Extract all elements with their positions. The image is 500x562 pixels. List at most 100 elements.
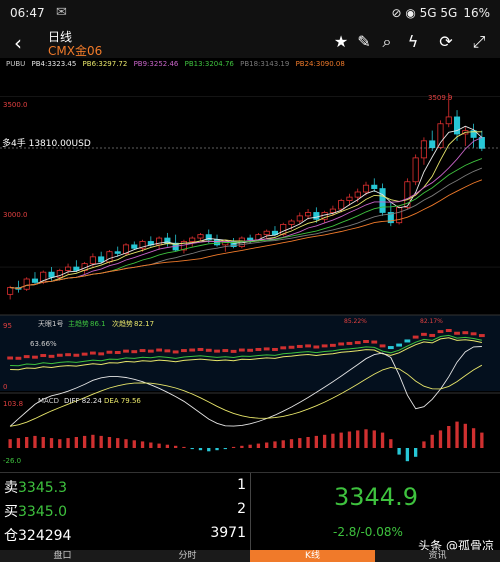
macd-bar [223, 448, 227, 450]
macd-bar [207, 448, 211, 452]
trend-top-label: 95 [3, 322, 12, 330]
tab-orderbook[interactable]: 盘口 [0, 550, 125, 562]
macd-bar [248, 444, 252, 448]
candle-body [412, 157, 419, 183]
macd-bar [430, 434, 434, 448]
star-icon[interactable]: ★ [330, 31, 352, 53]
macd-bar [107, 437, 112, 448]
trend-bar [363, 340, 369, 343]
candle-body [114, 251, 121, 254]
trend-bar [238, 348, 245, 352]
trend-bar [172, 350, 179, 354]
pb-item: PB6:3297.72 [82, 60, 128, 68]
candle-body [106, 251, 113, 263]
trend-bar [15, 356, 22, 360]
macd-bar [471, 428, 476, 448]
trend-bar [280, 346, 287, 350]
macd-bar [8, 439, 12, 448]
macd-bar [140, 441, 145, 448]
peak-label: 3509.9 [428, 94, 453, 102]
open-interest-row: 仓324294 3971 [4, 525, 248, 549]
trend-peak-tag2: 82.17% [420, 318, 443, 325]
trend-bar [272, 347, 278, 351]
candle-body [189, 237, 196, 242]
candle-body [131, 244, 138, 249]
candle-body [420, 140, 427, 159]
macd-bar [190, 448, 194, 450]
macd-bar [256, 443, 261, 448]
tab-timeshare[interactable]: 分时 [125, 550, 250, 562]
macd-bar [16, 438, 21, 448]
trend-bar [454, 331, 460, 335]
macd-bar [414, 448, 418, 457]
tab-kline[interactable]: K线 [250, 550, 375, 562]
last-price-box: 3344.9 -2.8/-0.08% 头条 @孤骨凉 [250, 473, 500, 553]
trend-bar [156, 348, 162, 352]
sell-qty: 1 [237, 477, 246, 493]
sell-row[interactable]: 卖3345.3 1 [4, 477, 248, 501]
contract-name: CMX金06 [48, 44, 103, 58]
trend-bar [379, 344, 386, 348]
macd-bar [33, 435, 37, 448]
trend-title: 天眼1号 [38, 320, 63, 328]
trend-bar [197, 347, 204, 351]
macd-bar [405, 448, 410, 462]
candle-body [73, 266, 80, 271]
trend-bar [73, 353, 80, 357]
candle-body [305, 212, 312, 217]
oi-label: 仓 [4, 528, 18, 544]
trend-bar [437, 330, 444, 334]
candle-body [23, 278, 30, 290]
buy-row[interactable]: 买3345.0 2 [4, 501, 248, 525]
candle-body [263, 230, 270, 236]
trend-bar [65, 353, 71, 357]
search-icon[interactable]: ⌕ [376, 31, 398, 53]
trend-bar [40, 354, 47, 358]
notification-icon: ✉ [56, 5, 67, 20]
bolt-icon[interactable]: ϟ [402, 31, 424, 53]
macd-bar [116, 438, 120, 448]
candle-body [379, 188, 386, 213]
trend-bar [445, 329, 452, 332]
draw-icon[interactable]: ✎ [353, 31, 375, 53]
trend-bottom-label: 0 [3, 383, 7, 391]
candle-body [197, 234, 204, 239]
candle-body [247, 237, 254, 241]
trend-bar [114, 351, 121, 354]
app-header: ‹ 日线 CMX金06 ★ ✎ ⌕ ϟ ⟳ ⤢ [0, 28, 500, 58]
macd-bar [289, 439, 294, 448]
macd-bar [82, 435, 87, 448]
macd-bar [240, 445, 244, 448]
trend-bar [230, 349, 237, 353]
clock: 06:47 [10, 6, 45, 20]
candle-body [346, 196, 353, 201]
trend-bar [346, 341, 353, 345]
sell-label: 卖 [4, 480, 18, 496]
macd-title: MACD [38, 397, 59, 405]
macd-bar [281, 440, 285, 448]
macd-bar [124, 439, 128, 448]
trend-peak-tag: 85.22% [344, 318, 367, 325]
macd-bar [91, 434, 95, 448]
trend-bar [189, 348, 196, 352]
macd-bar [389, 439, 393, 448]
kline-chart[interactable]: 3500.0 3000.0 3509.9 多4手 13810.00USD 95 … [0, 70, 500, 470]
trend-bar [321, 344, 328, 348]
tab-news[interactable]: 资讯 [375, 550, 500, 562]
macd-dea-label: DEA 79.56 [104, 397, 141, 405]
fullscreen-icon[interactable]: ⤢ [468, 31, 490, 53]
trend-bar [131, 350, 138, 354]
moving-averages [10, 125, 483, 289]
candle-body [296, 215, 303, 222]
trend-bar [139, 349, 146, 353]
candle-body [98, 256, 105, 263]
back-icon[interactable]: ‹ [14, 31, 22, 55]
macd-histogram [8, 421, 484, 462]
buy-price: 3345.0 [18, 504, 67, 520]
indicator-legend: PUBU PB4:3323.45 PB6:3297.72 PB9:3252.46… [0, 58, 500, 70]
macd-bar [397, 448, 401, 455]
macd-bar [356, 430, 360, 448]
candle-body [453, 116, 461, 135]
oi-value: 324294 [18, 528, 72, 544]
refresh-icon[interactable]: ⟳ [435, 31, 457, 53]
